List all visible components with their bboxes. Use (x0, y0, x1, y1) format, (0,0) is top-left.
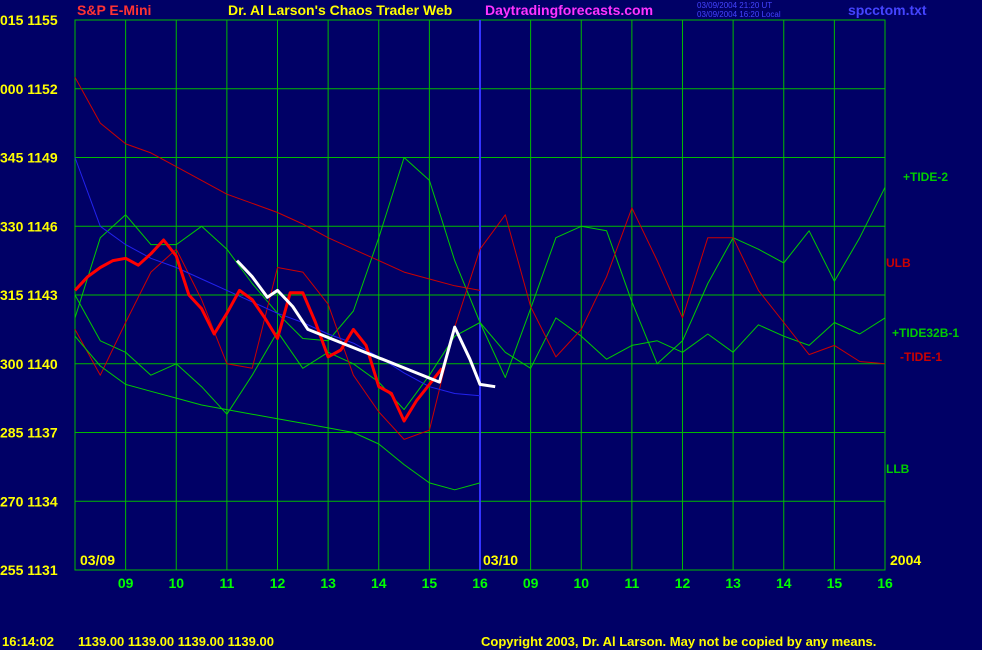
symbol-label: S&P E-Mini (77, 2, 151, 18)
x-tick-label: 12 (675, 575, 691, 591)
chart-title: Dr. Al Larson's Chaos Trader Web (228, 2, 452, 18)
y-tick-label: 315 1143 (0, 287, 58, 303)
stamp-local: 03/09/2004 16:20 Local (697, 10, 781, 19)
date-label-1: 03/09 (80, 552, 115, 568)
label-tide2: +TIDE-2 (903, 170, 948, 184)
y-tick-label: 255 1131 (0, 562, 58, 578)
file-name: spcctom.txt (848, 2, 927, 18)
year-label: 2004 (890, 552, 921, 568)
footer-time: 16:14:02 (2, 634, 54, 649)
x-tick-label: 16 (472, 575, 488, 591)
x-tick-label: 11 (624, 575, 639, 591)
x-tick-label: 10 (168, 575, 184, 591)
y-tick-label: 300 1140 (0, 356, 58, 372)
x-tick-label: 14 (776, 575, 792, 591)
x-tick-label: 11 (219, 575, 234, 591)
x-tick-label: 15 (422, 575, 438, 591)
label-ulb: ULB (886, 256, 911, 270)
label-llb: LLB (886, 462, 910, 476)
date-label-2: 03/10 (483, 552, 518, 568)
x-tick-label: 13 (725, 575, 741, 591)
footer-quote: 1139.00 1139.00 1139.00 1139.00 (78, 634, 274, 649)
y-tick-label: 000 1152 (0, 81, 58, 97)
x-tick-label: 16 (877, 575, 893, 591)
x-tick-label: 15 (827, 575, 843, 591)
x-tick-label: 12 (270, 575, 286, 591)
x-tick-label: 14 (371, 575, 387, 591)
stamp-utc: 03/09/2004 21:20 UT (697, 1, 772, 10)
chaos-chart: 015 1155 000 1152 345 1149 330 1146 315 1143… (0, 0, 982, 650)
x-tick-label: 09 (118, 575, 134, 591)
y-tick-label: 285 1137 (0, 425, 58, 441)
x-tick-label: 10 (573, 575, 589, 591)
y-tick-label: 015 1155 (0, 12, 58, 28)
x-tick-label: 09 (523, 575, 539, 591)
y-tick-label: 345 1149 (0, 150, 58, 166)
y-tick-label: 330 1146 (0, 218, 58, 234)
site-link[interactable]: Daytradingforecasts.com (485, 2, 653, 18)
copyright: Copyright 2003, Dr. Al Larson. May not b… (481, 634, 876, 649)
y-tick-label: 270 1134 (0, 493, 58, 509)
label-tide32b: +TIDE32B-1 (892, 326, 959, 340)
label-tide1: -TIDE-1 (900, 350, 942, 364)
x-tick-label: 13 (320, 575, 336, 591)
